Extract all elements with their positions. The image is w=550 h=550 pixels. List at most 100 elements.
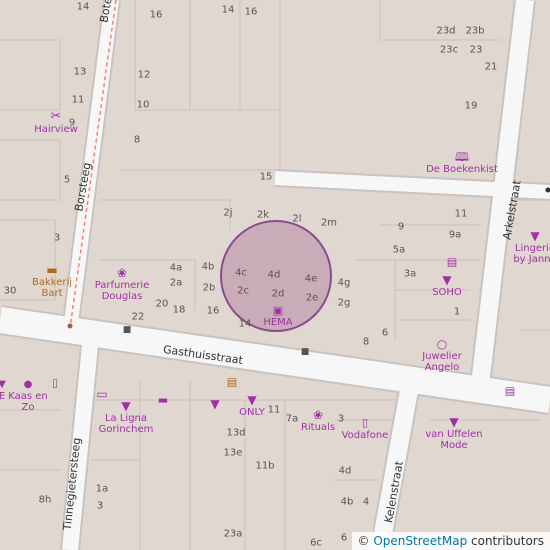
poi-de-boekenkist[interactable]: 🕮 De Boekenkist xyxy=(426,150,498,175)
house-number: 18 xyxy=(172,304,186,316)
house-number: 9 xyxy=(397,221,405,233)
house-number: 16 xyxy=(206,305,220,317)
house-number: 4b xyxy=(340,496,354,508)
poi-lingerie-by-janne[interactable]: ▼ Lingerie by Janne xyxy=(509,229,550,265)
clothes-icon: ▼ xyxy=(247,393,257,407)
phone-icon: ▯ xyxy=(51,376,59,390)
poi-label: Lingerie by Janne xyxy=(513,243,550,265)
attribution-suffix: contributors xyxy=(471,534,544,548)
house-number: 2d xyxy=(271,288,285,300)
book-icon: ▭ xyxy=(96,387,108,401)
house-number: 23d xyxy=(436,25,456,37)
jewelry-icon: ○ xyxy=(436,337,448,351)
copyright-symbol: © xyxy=(357,534,370,548)
house-number: 14 xyxy=(76,1,90,13)
poi-bakkerij-bart[interactable]: ▬ Bakkerij Bart xyxy=(32,263,72,299)
house-number: 11b xyxy=(255,460,275,472)
house-number: 16 xyxy=(244,6,258,18)
shoe-shop-icon: ▬ xyxy=(157,393,169,407)
house-number: 3 xyxy=(96,500,104,512)
newsagent-icon: ▤ xyxy=(446,255,458,269)
poi-label: Rituals xyxy=(300,422,336,433)
waste-basket-icon: ■ xyxy=(122,325,132,335)
house-number: 2k xyxy=(256,209,270,221)
house-number: 2m xyxy=(320,217,338,229)
house-number: 2l xyxy=(292,213,302,225)
house-number: 23c xyxy=(439,44,459,56)
house-number: 14 xyxy=(238,318,252,330)
poi-rituals[interactable]: ❀ Rituals xyxy=(301,408,335,433)
house-number: 4d xyxy=(338,465,352,477)
house-number: 2c xyxy=(237,285,249,297)
house-number: 4c xyxy=(235,267,247,279)
poi-vodafone[interactable]: ▯ Vodafone xyxy=(342,416,389,441)
department-store-icon: ▣ xyxy=(272,304,284,317)
house-number: 23b xyxy=(465,25,485,37)
poi-la-ligna-gorinchem[interactable]: ▼ La Ligna Gorinchem xyxy=(96,399,156,435)
house-number: 4e xyxy=(304,273,318,285)
clothes-icon: ▼ xyxy=(530,229,540,243)
house-number: 4d xyxy=(267,269,281,281)
house-number: 13e xyxy=(223,447,243,459)
clothes-icon: ▼ xyxy=(449,415,459,429)
map-view[interactable]: Gasthuisstraat Borsteeg Bote Tinnegieter… xyxy=(0,0,550,550)
phone-icon: ▯ xyxy=(361,416,369,429)
poi-juwelier-angelo[interactable]: ○ Juwelier Angelo xyxy=(417,337,467,373)
house-number: 22 xyxy=(131,311,145,323)
house-number: 2a xyxy=(169,277,183,289)
poi-label: E xyxy=(0,391,6,402)
house-number: 5 xyxy=(63,174,71,186)
house-number: 2e xyxy=(305,292,319,304)
poi-label: Vodafone xyxy=(341,430,389,441)
openstreetmap-link[interactable]: OpenStreetMap xyxy=(373,534,467,548)
poi-label: Hairview xyxy=(34,124,78,135)
house-number: 14 xyxy=(221,4,235,16)
house-number: 1a xyxy=(95,483,109,495)
house-number: 6 xyxy=(381,327,389,339)
house-number: 5a xyxy=(392,244,406,256)
house-number: 9a xyxy=(448,229,462,241)
house-number: 8h xyxy=(38,494,52,506)
house-number: 12 xyxy=(137,69,151,81)
house-number: 2j xyxy=(223,207,233,219)
house-number: 4 xyxy=(362,496,370,508)
poi-hema[interactable]: ▣ HEMA xyxy=(263,304,292,328)
clothes-icon: ▼ xyxy=(442,273,452,287)
house-number: 1 xyxy=(453,306,461,318)
bakery-icon: ▬ xyxy=(46,263,58,277)
house-number: 13d xyxy=(226,427,246,439)
house-number: 20 xyxy=(155,298,169,310)
waste-basket-icon: ■ xyxy=(300,347,310,357)
house-number: 11 xyxy=(267,404,281,416)
poi-e[interactable]: ▼ E xyxy=(0,378,6,402)
poi-label: van Uffelen Mode xyxy=(425,429,483,451)
house-number: 4g xyxy=(337,277,351,289)
house-number: 11 xyxy=(454,208,468,220)
poi-kaas-en-zo[interactable]: ● Kaas en Zo xyxy=(8,378,48,413)
perfume-icon: ❀ xyxy=(312,408,324,422)
poi-label: HEMA xyxy=(263,317,293,328)
poi-label: Kaas en Zo xyxy=(8,391,48,413)
poi-label: De Boekenkist xyxy=(426,164,498,175)
poi-hairview[interactable]: ✂ Hairview xyxy=(34,110,78,136)
poi-label: Bakkerij Bart xyxy=(32,277,73,299)
clothes-icon: ▼ xyxy=(0,379,6,390)
poi-label: Juwelier Angelo xyxy=(422,351,462,373)
house-number: 3 xyxy=(53,232,61,244)
house-number: 16 xyxy=(149,9,163,21)
house-number: 4a xyxy=(169,262,183,274)
poi-only[interactable]: ▼ ONLY xyxy=(239,393,265,418)
poi-label: La Ligna Gorinchem xyxy=(98,413,154,435)
house-number: 13 xyxy=(73,66,87,78)
poi-soho[interactable]: ▼ SOHO xyxy=(432,273,462,298)
perfume-icon: ❀ xyxy=(116,266,128,280)
house-number: 23 xyxy=(469,44,483,56)
poi-van-uffelen-mode[interactable]: ▼ van Uffelen Mode xyxy=(424,415,484,451)
house-number: 15 xyxy=(259,171,273,183)
house-number: 10 xyxy=(136,99,150,111)
clothes-icon: ▼ xyxy=(210,397,220,411)
house-number: 3a xyxy=(403,268,417,280)
parcel-locker-icon: ▤ xyxy=(226,375,238,389)
house-number: 21 xyxy=(484,61,498,73)
poi-parfumerie-douglas[interactable]: ❀ Parfumerie Douglas xyxy=(87,266,157,302)
